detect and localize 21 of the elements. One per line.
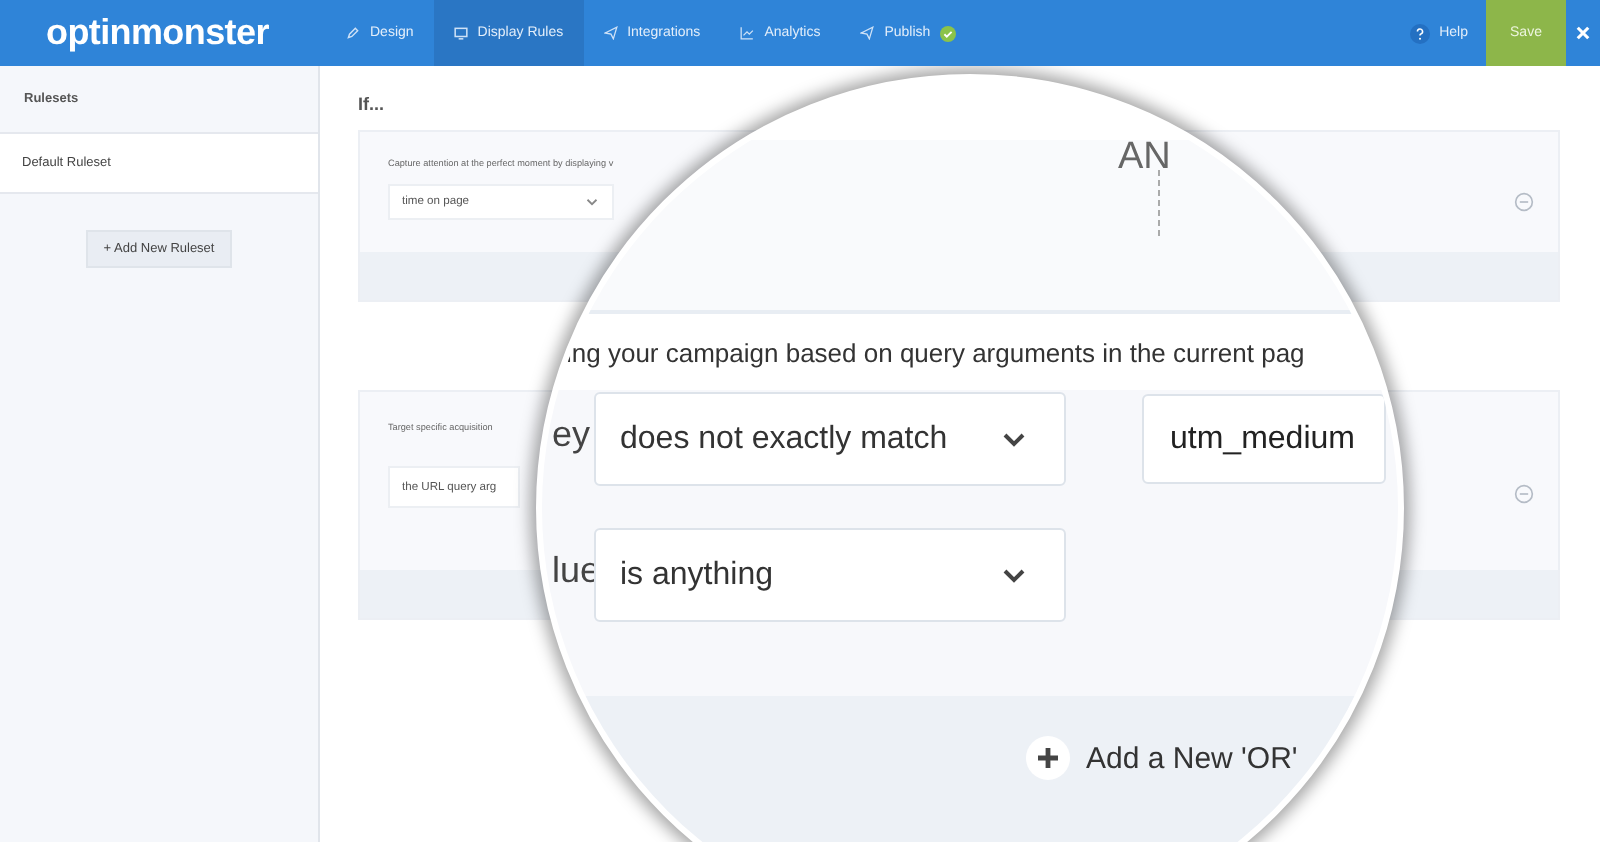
and-label: AN <box>1118 136 1171 180</box>
remove-icon[interactable] <box>1514 192 1534 212</box>
chevron-down-icon <box>586 198 598 206</box>
chevron-down-icon <box>1002 431 1026 447</box>
value-field[interactable]: utm_medium <box>1142 394 1386 484</box>
add-or-rule-button[interactable]: Add a New 'OR' <box>1026 736 1298 780</box>
remove-icon[interactable] <box>1514 484 1534 504</box>
monitor-icon <box>453 26 468 40</box>
chevron-down-icon <box>1002 567 1026 583</box>
plus-icon <box>1026 736 1070 780</box>
close-icon <box>1576 26 1590 40</box>
chart-icon <box>740 26 755 40</box>
help-icon <box>1409 23 1430 43</box>
pencil-icon <box>346 26 360 40</box>
logo[interactable]: optinmonster <box>0 0 326 66</box>
operator-dropdown[interactable]: does not exactly match <box>594 392 1066 486</box>
section-heading: If... <box>358 94 386 114</box>
operator-dropdown[interactable]: is anything <box>594 528 1066 622</box>
paper-plane-icon <box>860 26 875 40</box>
field-label: ey <box>552 414 591 456</box>
paper-plane-icon <box>603 26 618 40</box>
